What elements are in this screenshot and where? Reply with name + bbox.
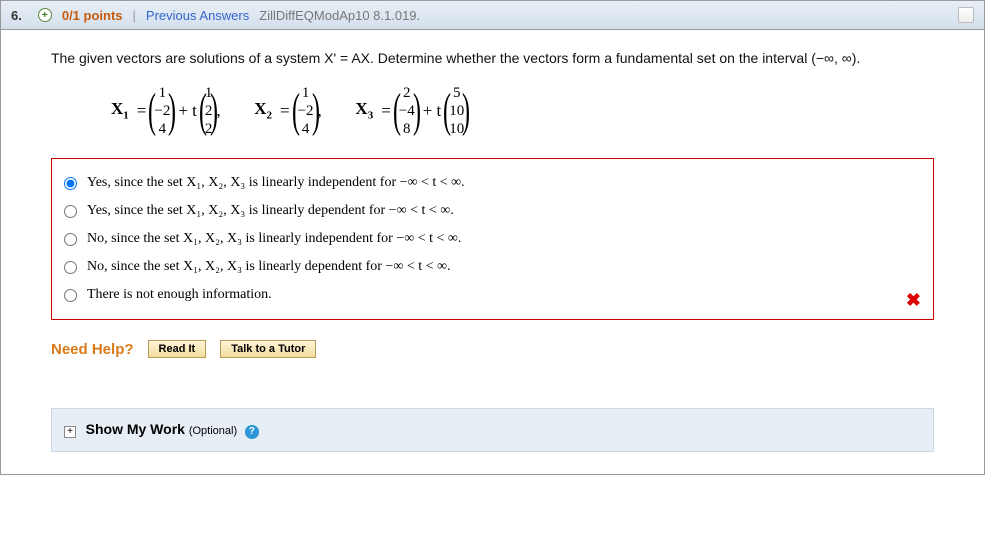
notes-icon[interactable] [958, 7, 974, 23]
need-help-row: Need Help? Read It Talk to a Tutor [51, 340, 934, 358]
previous-answers-link[interactable]: Previous Answers [146, 8, 249, 23]
need-help-label: Need Help? [51, 341, 134, 358]
choice-1-text: Yes, since the set X₁, X₂, X₃ is linearl… [87, 175, 465, 191]
question-prompt: The given vectors are solutions of a sys… [51, 48, 934, 69]
vector-equations: X1 = ( 1 −2 4 ) + t ( 1 2 2 ) , [111, 83, 934, 138]
question-source: ZillDiffEQModAp10 8.1.019. [259, 8, 420, 23]
expand-smw-icon[interactable]: + [64, 426, 76, 438]
help-icon[interactable]: ? [245, 425, 259, 439]
choice-4[interactable]: No, since the set X₁, X₂, X₃ is linearly… [64, 253, 921, 281]
separator: | [133, 8, 136, 23]
choice-2-text: Yes, since the set X₁, X₂, X₃ is linearl… [87, 203, 454, 219]
choice-3-text: No, since the set X₁, X₂, X₃ is linearly… [87, 231, 461, 247]
choice-2-radio[interactable] [64, 205, 77, 218]
choice-2[interactable]: Yes, since the set X₁, X₂, X₃ is linearl… [64, 197, 921, 225]
choice-3-radio[interactable] [64, 233, 77, 246]
talk-to-tutor-button[interactable]: Talk to a Tutor [220, 340, 316, 358]
read-it-button[interactable]: Read It [148, 340, 207, 358]
choice-1[interactable]: Yes, since the set X₁, X₂, X₃ is linearl… [64, 169, 921, 197]
question-number: 6. [11, 8, 22, 23]
vector-x3: X3 = ( 2 −4 8 ) + t ( 5 10 10 ) [355, 83, 468, 138]
question-header: 6. + 0/1 points | Previous Answers ZillD… [1, 1, 984, 30]
choice-5-radio[interactable] [64, 289, 77, 302]
expand-icon[interactable]: + [38, 8, 52, 22]
choice-1-radio[interactable] [64, 177, 77, 190]
vector-x1: X1 = ( 1 −2 4 ) + t ( 1 2 2 ) , [111, 83, 221, 138]
show-my-work-label: Show My Work (Optional) [86, 421, 238, 437]
points-label: 0/1 points [62, 8, 123, 23]
choice-3[interactable]: No, since the set X₁, X₂, X₃ is linearly… [64, 225, 921, 253]
vector-x2: X2 = ( 1 −2 4 ) , [254, 83, 322, 138]
incorrect-icon: ✖ [906, 290, 921, 311]
choice-5-text: There is not enough information. [87, 287, 272, 303]
answer-choices-box: Yes, since the set X₁, X₂, X₃ is linearl… [51, 158, 934, 320]
choice-4-radio[interactable] [64, 261, 77, 274]
choice-5[interactable]: There is not enough information. [64, 281, 921, 309]
show-my-work-panel[interactable]: + Show My Work (Optional) ? [51, 408, 934, 452]
choice-4-text: No, since the set X₁, X₂, X₃ is linearly… [87, 259, 451, 275]
